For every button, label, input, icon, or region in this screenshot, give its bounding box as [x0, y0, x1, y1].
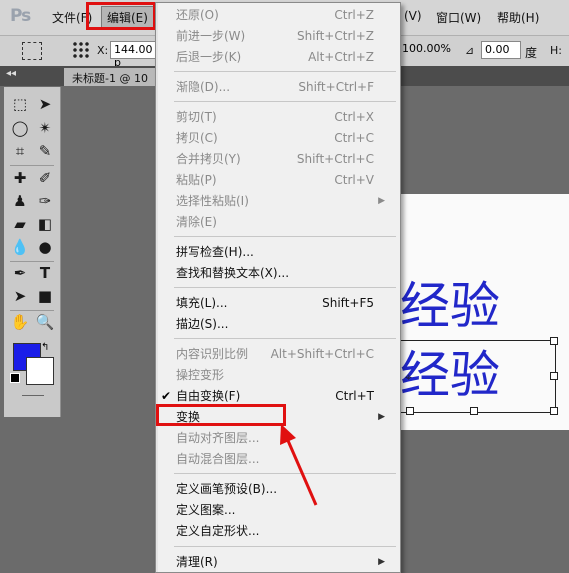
annotation-arrow-icon — [280, 424, 318, 506]
